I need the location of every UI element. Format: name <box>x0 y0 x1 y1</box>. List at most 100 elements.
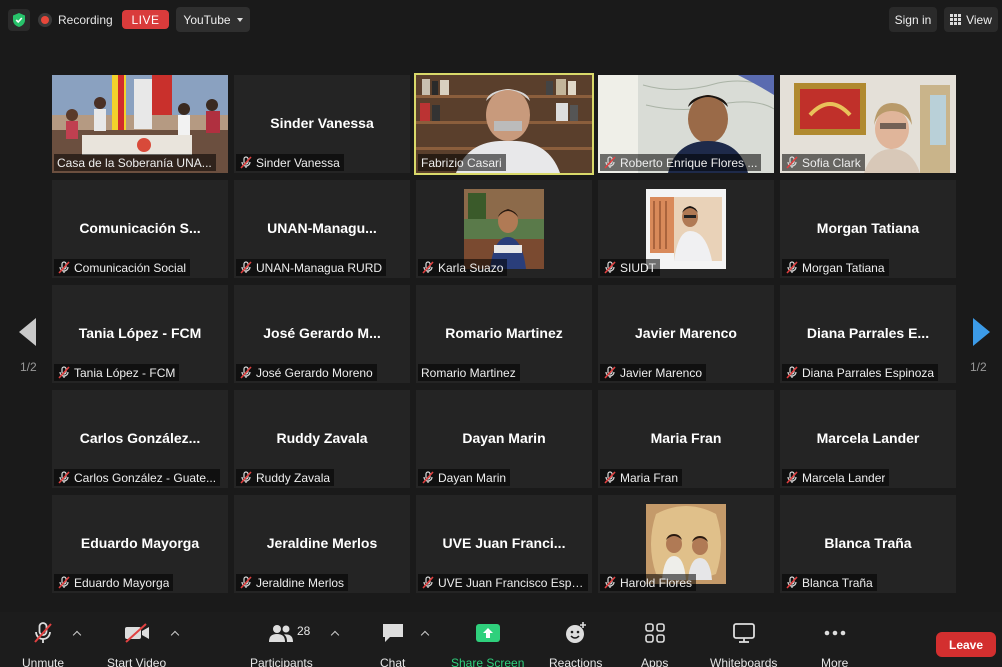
participant-display-name: Romario Martinez <box>445 325 563 341</box>
participant-name-label: José Gerardo Moreno <box>236 364 377 381</box>
participant-display-name: Javier Marenco <box>635 325 737 341</box>
participant-tile[interactable]: Diana Parrales E... Diana Parrales Espino… <box>780 285 956 383</box>
participant-label-text: Jeraldine Merlos <box>256 575 345 590</box>
muted-mic-icon <box>785 156 799 169</box>
unmute-label: Unmute <box>22 656 65 667</box>
participant-label-text: UNAN-Managua RURD <box>256 260 383 275</box>
view-button[interactable]: View <box>944 7 998 32</box>
more-button[interactable]: More <box>821 620 848 667</box>
participant-display-name: Maria Fran <box>650 430 722 446</box>
participant-tile[interactable]: Sofia Clark <box>780 75 956 173</box>
profile-picture <box>646 504 726 584</box>
chat-bubble-icon <box>381 620 405 646</box>
participant-label-text: Eduardo Mayorga <box>74 575 170 590</box>
audio-options-chevron-icon[interactable] <box>72 630 82 640</box>
leave-button[interactable]: Leave <box>936 632 996 657</box>
participants-options-chevron-icon[interactable] <box>330 630 340 640</box>
participant-label-text: Carlos González - Guate... <box>74 470 217 485</box>
whiteboards-button[interactable]: Whiteboards <box>710 620 777 667</box>
participant-tile[interactable]: UNAN-Managu... UNAN-Managua RURD <box>234 180 410 278</box>
participant-display-name: UNAN-Managu... <box>267 220 377 236</box>
participant-label-text: Javier Marenco <box>620 365 703 380</box>
start-video-button[interactable]: Start Video <box>107 620 166 667</box>
participant-tile[interactable]: UVE Juan Franci... UVE Juan Francisco Esp… <box>416 495 592 593</box>
share-screen-button[interactable]: Share Screen <box>451 620 524 667</box>
muted-mic-icon <box>785 576 799 589</box>
participant-name-label: Javier Marenco <box>600 364 707 381</box>
participant-name-label: UNAN-Managua RURD <box>236 259 387 276</box>
muted-mic-icon <box>603 576 617 589</box>
participant-tile[interactable]: Blanca Traña Blanca Traña <box>780 495 956 593</box>
muted-mic-icon <box>421 576 435 589</box>
participant-label-text: Harold Flores <box>620 575 693 590</box>
participant-tile[interactable]: Romario Martinez Romario Martinez <box>416 285 592 383</box>
muted-mic-icon <box>785 366 799 379</box>
participant-tile[interactable]: Marcela Lander Marcela Lander <box>780 390 956 488</box>
participant-tile[interactable]: Eduardo Mayorga Eduardo Mayorga <box>52 495 228 593</box>
live-badge[interactable]: LIVE <box>122 10 169 29</box>
participant-tile[interactable]: SIUDT <box>598 180 774 278</box>
participant-display-name: Jeraldine Merlos <box>266 535 378 551</box>
participant-label-text: Maria Fran <box>620 470 679 485</box>
apps-button[interactable]: Apps <box>641 620 668 667</box>
recording-indicator[interactable]: Recording <box>38 9 113 31</box>
reactions-smiley-icon <box>564 620 588 646</box>
muted-mic-icon <box>239 366 253 379</box>
reactions-label: Reactions <box>549 656 603 667</box>
participant-name-label: Jeraldine Merlos <box>236 574 349 591</box>
grid-view-icon <box>950 14 962 25</box>
participant-label-text: Karla Suazo <box>438 260 504 275</box>
muted-mic-icon <box>239 261 253 274</box>
participant-tile[interactable]: Javier Marenco Javier Marenco <box>598 285 774 383</box>
stream-target-dropdown[interactable]: YouTube <box>176 7 250 32</box>
participant-name-label: Fabrizio Casari <box>418 154 506 171</box>
sign-in-button[interactable]: Sign in <box>889 7 937 32</box>
participant-tile[interactable]: Comunicación S... Comunicación Social <box>52 180 228 278</box>
next-page-arrow-icon[interactable] <box>973 318 990 346</box>
security-shield-icon[interactable] <box>8 9 30 31</box>
participant-label-text: Blanca Traña <box>802 575 873 590</box>
muted-mic-icon <box>239 156 253 169</box>
participant-label-text: Roberto Enrique Flores ... <box>620 155 758 170</box>
participant-tile[interactable]: Carlos González... Carlos González - Guat… <box>52 390 228 488</box>
muted-microphone-icon <box>31 620 55 646</box>
reactions-button[interactable]: Reactions <box>549 620 602 667</box>
unmute-button[interactable]: Unmute <box>22 620 64 667</box>
participant-label-text: SIUDT <box>620 260 656 275</box>
profile-picture <box>646 189 726 269</box>
whiteboard-icon <box>732 620 756 646</box>
participant-name-label: Sinder Vanessa <box>236 154 344 171</box>
apps-label: Apps <box>641 656 669 667</box>
muted-mic-icon <box>57 366 71 379</box>
previous-page-arrow-icon[interactable] <box>19 318 36 346</box>
participant-tile[interactable]: José Gerardo M... José Gerardo Moreno <box>234 285 410 383</box>
participant-tile[interactable]: Maria Fran Maria Fran <box>598 390 774 488</box>
participant-tile[interactable]: Karla Suazo <box>416 180 592 278</box>
participant-tile[interactable]: Fabrizio Casari <box>414 73 594 175</box>
muted-mic-icon <box>603 156 617 169</box>
participant-tile[interactable]: Tania López - FCM Tania López - FCM <box>52 285 228 383</box>
participant-tile[interactable]: Jeraldine Merlos Jeraldine Merlos <box>234 495 410 593</box>
chat-button[interactable]: Chat <box>380 620 405 667</box>
participant-tile[interactable]: Ruddy Zavala Ruddy Zavala <box>234 390 410 488</box>
muted-mic-icon <box>603 471 617 484</box>
participant-name-label: Ruddy Zavala <box>236 469 335 486</box>
participant-label-text: UVE Juan Francisco Espi... <box>438 575 584 590</box>
top-bar: Recording LIVE YouTube Sign in View <box>0 0 1002 38</box>
record-icon <box>38 13 52 27</box>
participant-label-text: Sinder Vanessa <box>256 155 340 170</box>
participant-label-text: Romario Martinez <box>421 365 516 380</box>
participant-tile[interactable]: Casa de la Soberanía UNA... <box>52 75 228 173</box>
participant-name-label: Harold Flores <box>600 574 697 591</box>
participant-tile[interactable]: Harold Flores <box>598 495 774 593</box>
muted-mic-icon <box>239 471 253 484</box>
page-indicator-right: 1/2 <box>970 360 987 374</box>
chat-options-chevron-icon[interactable] <box>420 630 430 640</box>
participant-tile[interactable]: Morgan Tatiana Morgan Tatiana <box>780 180 956 278</box>
video-options-chevron-icon[interactable] <box>170 630 180 640</box>
participant-tile[interactable]: Dayan Marin Dayan Marin <box>416 390 592 488</box>
participant-tile[interactable]: Sinder Vanessa Sinder Vanessa <box>234 75 410 173</box>
participant-name-label: Casa de la Soberanía UNA... <box>54 154 216 171</box>
participant-label-text: Diana Parrales Espinoza <box>802 365 935 380</box>
participant-tile[interactable]: Roberto Enrique Flores ... <box>598 75 774 173</box>
